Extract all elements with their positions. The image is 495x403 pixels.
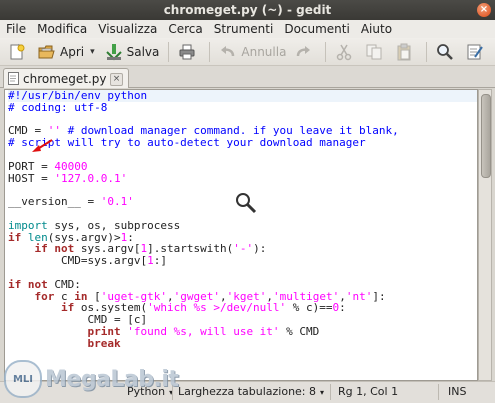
code-token: '0.1'	[100, 195, 134, 209]
code-token: 'which %s >/dev/null'	[147, 301, 287, 315]
code-line[interactable]	[8, 361, 477, 373]
code-line[interactable]: break	[8, 336, 477, 350]
status-bar: Python▾ Larghezza tabulazione: 8▾ Rg 1, …	[0, 381, 495, 403]
find-replace-icon	[467, 44, 484, 59]
new-document-icon	[10, 43, 25, 59]
code-token: HOST =	[8, 171, 55, 185]
status-separator	[330, 384, 331, 400]
tab-chromeget[interactable]: chromeget.py ×	[3, 68, 129, 88]
tab-label: chromeget.py	[23, 71, 107, 86]
undo-button[interactable]: Annulla	[215, 40, 290, 64]
save-button[interactable]: Salva	[101, 40, 164, 64]
code-token: break	[87, 336, 121, 350]
code-line[interactable]: # coding: utf-8	[8, 100, 477, 114]
code-token: CMD=sys.argv[	[8, 254, 148, 268]
redo-icon	[297, 45, 311, 56]
paste-button[interactable]	[391, 40, 421, 64]
search-icon	[437, 43, 454, 60]
code-token: 'nt'	[345, 289, 373, 303]
toolbar: Apri ▾ Salva Annulla	[0, 38, 495, 66]
save-label: Salva	[126, 44, 160, 59]
document-tab-strip: chromeget.py ×	[0, 66, 495, 88]
window-title: chromeget.py (~) - gedit	[163, 3, 332, 17]
scissors-icon	[337, 44, 352, 60]
new-button[interactable]	[4, 40, 34, 64]
code-content[interactable]: #!/usr/bin/env python # coding: utf-8 CMD…	[5, 90, 477, 373]
toolbar-separator	[209, 41, 211, 62]
code-line[interactable]	[8, 350, 477, 362]
open-button[interactable]: Apri	[34, 40, 88, 64]
code-token: '127.0.0.1'	[54, 171, 128, 185]
save-icon	[105, 43, 122, 60]
status-separator	[438, 384, 439, 400]
tab-width-label: Larghezza tabulazione: 8	[178, 385, 317, 398]
menu-cerca[interactable]: Cerca	[168, 22, 202, 36]
recent-files-dropdown[interactable]: ▾	[88, 47, 101, 57]
window-close-button[interactable]: ×	[477, 3, 491, 17]
toolbar-separator	[325, 41, 327, 62]
find-button[interactable]	[432, 40, 462, 64]
language-label: Python	[127, 385, 166, 398]
code-token: :	[339, 301, 346, 315]
code-token: % c)==	[286, 301, 333, 315]
scrollbar-thumb[interactable]	[481, 94, 491, 178]
paste-icon	[397, 43, 411, 60]
cursor-position: Rg 1, Col 1	[338, 385, 399, 398]
menu-visualizza[interactable]: Visualizza	[98, 22, 157, 36]
undo-label: Annulla	[241, 44, 287, 59]
chevron-down-icon: ▾	[320, 388, 325, 397]
status-separator	[172, 384, 173, 400]
undo-icon	[221, 45, 235, 56]
code-token: :]	[153, 254, 167, 268]
code-token: % CMD	[279, 324, 320, 338]
menu-aiuto[interactable]: Aiuto	[361, 22, 392, 36]
annotation-arrow-icon	[32, 139, 53, 152]
code-token: ):	[253, 242, 267, 256]
title-bar: chromeget.py (~) - gedit ×	[0, 0, 495, 20]
code-line[interactable]: HOST = '127.0.0.1'	[8, 171, 477, 185]
copy-button[interactable]	[361, 40, 391, 64]
code-line[interactable]: # script will try to auto-detect your do…	[8, 137, 477, 149]
zoom-cursor-icon	[236, 193, 257, 214]
cut-button[interactable]	[331, 40, 361, 64]
menu-strumenti[interactable]: Strumenti	[214, 22, 274, 36]
code-token: '-'	[233, 242, 254, 256]
menu-file[interactable]: File	[6, 22, 26, 36]
code-token: 'found %s, will use it'	[127, 324, 280, 338]
vertical-scrollbar[interactable]	[478, 89, 492, 381]
menu-bar: File Modifica Visualizza Cerca Strumenti…	[0, 20, 495, 38]
language-selector[interactable]: Python▾	[127, 385, 173, 398]
replace-button[interactable]	[462, 40, 492, 64]
text-editor[interactable]: #!/usr/bin/env python # coding: utf-8 CMD…	[4, 89, 478, 381]
code-token: 1	[147, 254, 154, 268]
menu-modifica[interactable]: Modifica	[37, 22, 87, 36]
open-label: Apri	[60, 44, 85, 59]
code-line[interactable]: CMD=sys.argv[1:]	[8, 255, 477, 267]
menu-documenti[interactable]: Documenti	[284, 22, 350, 36]
text-file-icon	[8, 72, 19, 85]
code-token: __version__ =	[8, 195, 101, 209]
insert-mode: INS	[448, 385, 467, 398]
toolbar-separator	[426, 41, 428, 62]
code-token: ]:	[372, 289, 386, 303]
redo-button[interactable]	[290, 40, 320, 64]
code-token: # coding: utf-8	[8, 100, 108, 114]
toolbar-separator	[168, 41, 170, 62]
copy-icon	[366, 44, 382, 59]
tab-width-selector[interactable]: Larghezza tabulazione: 8 ▾	[178, 385, 324, 398]
open-folder-icon	[38, 45, 55, 58]
close-icon: ×	[479, 4, 489, 15]
printer-icon	[179, 44, 195, 59]
code-token: # script will try to auto-detect your do…	[8, 136, 366, 150]
print-button[interactable]	[174, 40, 204, 64]
tab-close-button[interactable]: ×	[110, 73, 123, 86]
